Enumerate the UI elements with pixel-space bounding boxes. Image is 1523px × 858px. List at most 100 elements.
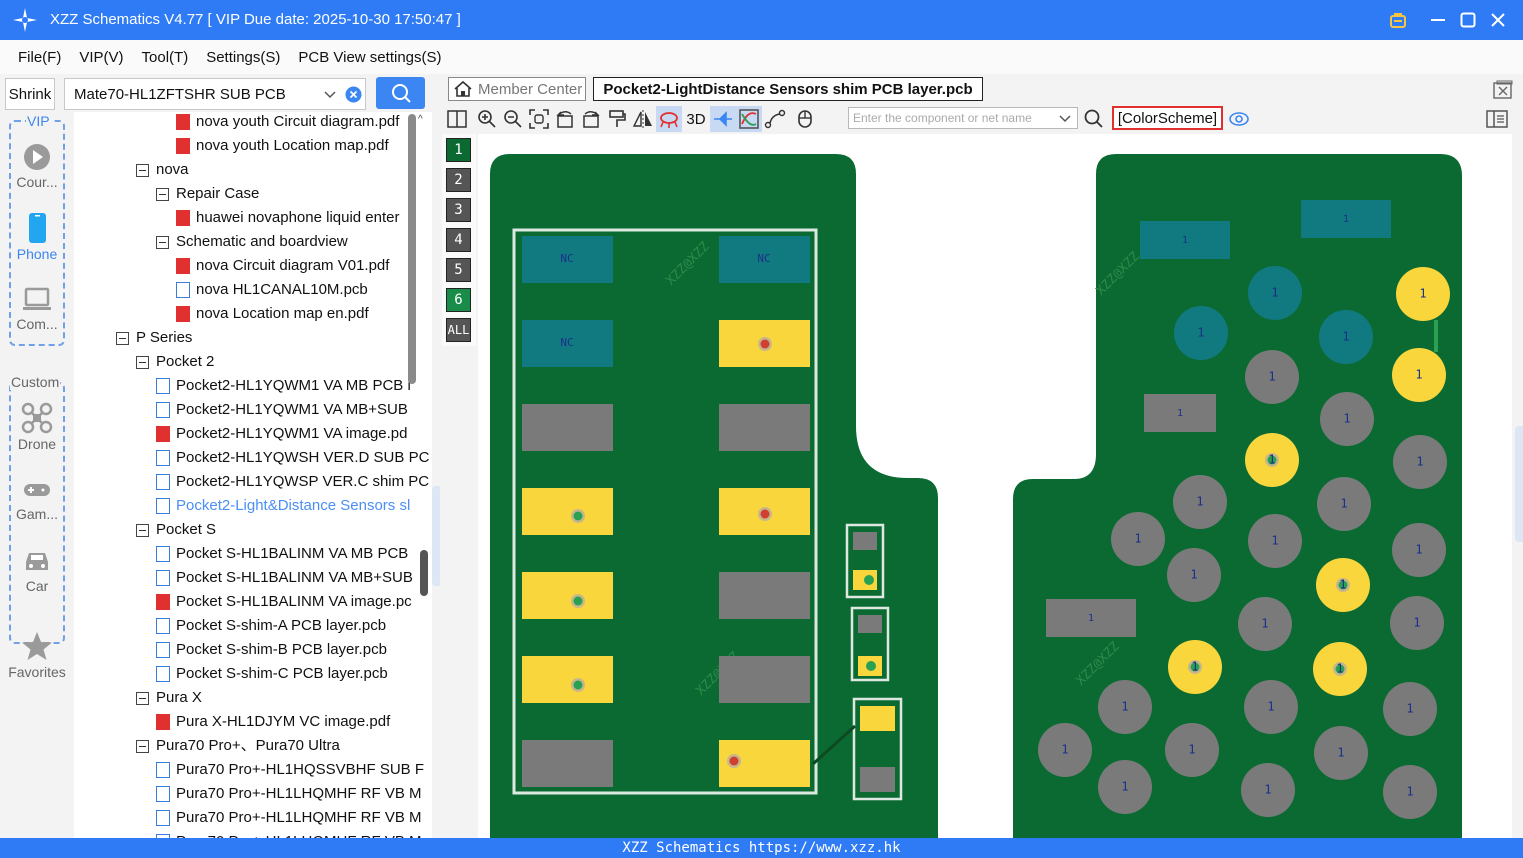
- collapse-toggle-icon[interactable]: [136, 163, 149, 177]
- pad-number-label: 1: [1413, 616, 1420, 630]
- rotate-left-icon[interactable]: [552, 106, 578, 132]
- minimize-icon[interactable]: [1426, 8, 1450, 32]
- layer-all-button[interactable]: ALL: [446, 318, 471, 342]
- tree-folder[interactable]: Schematic and boardview: [156, 230, 348, 254]
- sidebar-item-favorites[interactable]: Favorites: [0, 630, 74, 680]
- split-view-icon[interactable]: [444, 106, 470, 132]
- fit-view-icon[interactable]: [526, 106, 552, 132]
- tab-pcb-file[interactable]: Pocket2-LightDistance Sensors shim PCB l…: [593, 77, 983, 101]
- flip-horizontal-icon[interactable]: [630, 106, 656, 132]
- layer-6-button[interactable]: 6: [446, 288, 471, 312]
- tree-file[interactable]: Pura70 Pro+-HL1HQSSVBHF SUB F: [156, 758, 424, 782]
- tree-file[interactable]: Pocket2-HL1YQWM1 VA MB+SUB: [156, 398, 408, 422]
- mouse-mode-icon[interactable]: [792, 106, 818, 132]
- tree-file[interactable]: huawei novaphone liquid enter: [176, 206, 400, 230]
- tab-member-center[interactable]: Member Center: [448, 77, 586, 101]
- tree-file[interactable]: nova youth Circuit diagram.pdf: [176, 112, 399, 134]
- shrink-button[interactable]: Shrink: [5, 78, 55, 110]
- menu-file[interactable]: File(F): [0, 49, 70, 66]
- tree-file[interactable]: Pocket S-HL1BALINM VA MB+SUB: [156, 566, 413, 590]
- tree-file[interactable]: Pocket S-HL1BALINM VA MB PCB: [156, 542, 408, 566]
- panel-collapse-handle[interactable]: [432, 486, 440, 586]
- color-scheme-button[interactable]: [ColorScheme]: [1112, 106, 1223, 130]
- scroll-up-icon[interactable]: ^: [418, 114, 423, 125]
- vip-badge-icon[interactable]: [1386, 8, 1410, 32]
- zoom-in-icon[interactable]: [474, 106, 500, 132]
- show-pins-icon[interactable]: [710, 106, 736, 132]
- pad-number-label: 1: [1268, 370, 1275, 384]
- tree-folder[interactable]: Pura70 Pro+、Pura70 Ultra: [136, 734, 340, 758]
- tree-file[interactable]: Pocket2-HL1YQWSH VER.D SUB PC: [156, 446, 429, 470]
- pcb-canvas[interactable]: XZZ@XZZ XZZ@XZZ XZZ@XZZ XZZ@XZZ NC NC NC 1 1 1 1 1 1…: [478, 134, 1512, 838]
- maximize-icon[interactable]: [1456, 8, 1480, 32]
- component-search-icon[interactable]: [1084, 109, 1104, 129]
- trace-tool-icon[interactable]: [762, 106, 788, 132]
- sidebar-item-courses[interactable]: Cour...: [0, 142, 74, 190]
- tree-file[interactable]: Pura70 Pro+-HL1LHQMHF RF VB M: [156, 830, 422, 838]
- chevron-down-icon[interactable]: [323, 88, 337, 102]
- net-overlay-icon[interactable]: [736, 106, 762, 132]
- sidebar-item-drone[interactable]: Drone: [0, 402, 74, 452]
- layer-5-button[interactable]: 5: [446, 258, 471, 282]
- layer-2-button[interactable]: 2: [446, 168, 471, 192]
- tree-file[interactable]: nova youth Location map.pdf: [176, 134, 389, 158]
- tree-file[interactable]: nova Location map en.pdf: [176, 302, 369, 326]
- collapse-toggle-icon[interactable]: [116, 331, 129, 345]
- tree-file[interactable]: Pocket S-shim-B PCB layer.pcb: [156, 638, 387, 662]
- tree-file[interactable]: Pocket2-HL1YQWM1 VA MB PCB l: [156, 374, 411, 398]
- sidebar-item-label: Favorites: [8, 664, 66, 680]
- layer-4-button[interactable]: 4: [446, 228, 471, 252]
- sidebar-item-phone[interactable]: Phone: [0, 212, 74, 262]
- tree-file[interactable]: Pocket S-shim-C PCB layer.pcb: [156, 662, 388, 686]
- pcb-board-drawing[interactable]: XZZ@XZZXZZ@XZZXZZ@XZZXZZ@XZZNC NCNC111111…: [478, 134, 1512, 838]
- tree-folder[interactable]: P Series: [116, 326, 192, 350]
- menu-pcb-view-settings[interactable]: PCB View settings(S): [289, 49, 450, 66]
- tree-file[interactable]: nova HL1CANAL10M.pcb: [176, 278, 368, 302]
- right-panel-handle[interactable]: [1515, 426, 1523, 542]
- menu-vip[interactable]: VIP(V): [70, 49, 132, 66]
- tree-file[interactable]: Pura70 Pro+-HL1LHQMHF RF VB M: [156, 806, 422, 830]
- zoom-out-icon[interactable]: [500, 106, 526, 132]
- close-icon[interactable]: [1486, 8, 1510, 32]
- clear-icon[interactable]: [345, 86, 362, 103]
- tree-folder[interactable]: Pocket S: [136, 518, 216, 542]
- panel-toggle-icon[interactable]: [1486, 109, 1508, 129]
- sidebar-item-games[interactable]: Gam...: [0, 476, 74, 522]
- tree-folder[interactable]: Pocket 2: [136, 350, 214, 374]
- chevron-down-icon[interactable]: [1058, 112, 1072, 126]
- tree-file[interactable]: Pura X-HL1DJYM VC image.pdf: [156, 710, 390, 734]
- view-3d-toggle[interactable]: 3D: [682, 106, 710, 132]
- collapse-toggle-icon[interactable]: [156, 187, 169, 201]
- tree-file[interactable]: Pocket2-Light&Distance Sensors sl: [156, 494, 410, 518]
- collapse-toggle-icon[interactable]: [136, 355, 149, 369]
- collapse-toggle-icon[interactable]: [136, 523, 149, 537]
- tree-folder[interactable]: nova: [136, 158, 189, 182]
- format-painter-icon[interactable]: [604, 106, 630, 132]
- tree-folder[interactable]: Repair Case: [156, 182, 259, 206]
- net-highlight-icon[interactable]: [656, 106, 682, 132]
- tree-scrollbar[interactable]: [408, 114, 416, 384]
- tree-file[interactable]: Pura70 Pro+-HL1LHQMHF RF VB M: [156, 782, 422, 806]
- search-button[interactable]: [376, 77, 425, 109]
- collapse-toggle-icon[interactable]: [136, 691, 149, 705]
- layer-3-button[interactable]: 3: [446, 198, 471, 222]
- tree-file[interactable]: Pocket S-shim-A PCB layer.pcb: [156, 614, 386, 638]
- collapse-toggle-icon[interactable]: [156, 235, 169, 249]
- sidebar-item-computer[interactable]: Com...: [0, 284, 74, 332]
- tree-file[interactable]: Pocket2-HL1YQWM1 VA image.pd: [156, 422, 408, 446]
- board-search-combo[interactable]: Mate70-HL1ZFTSHR SUB PCB: [64, 78, 366, 110]
- component-search-input[interactable]: Enter the component or net name: [848, 107, 1078, 129]
- tree-scrollbar-thumb[interactable]: [420, 550, 428, 596]
- eye-icon[interactable]: [1228, 109, 1250, 129]
- sidebar-item-car[interactable]: Car: [0, 546, 74, 594]
- tree-file[interactable]: nova Circuit diagram V01.pdf: [176, 254, 389, 278]
- menu-settings[interactable]: Settings(S): [197, 49, 289, 66]
- menu-tool[interactable]: Tool(T): [133, 49, 198, 66]
- tree-file[interactable]: Pocket S-HL1BALINM VA image.pc: [156, 590, 412, 614]
- layer-1-button[interactable]: 1: [446, 138, 471, 162]
- rotate-right-icon[interactable]: [578, 106, 604, 132]
- tree-file[interactable]: Pocket2-HL1YQWSP VER.C shim PC: [156, 470, 429, 494]
- tree-folder[interactable]: Pura X: [136, 686, 202, 710]
- close-all-tabs-icon[interactable]: [1493, 80, 1513, 100]
- collapse-toggle-icon[interactable]: [136, 739, 149, 753]
